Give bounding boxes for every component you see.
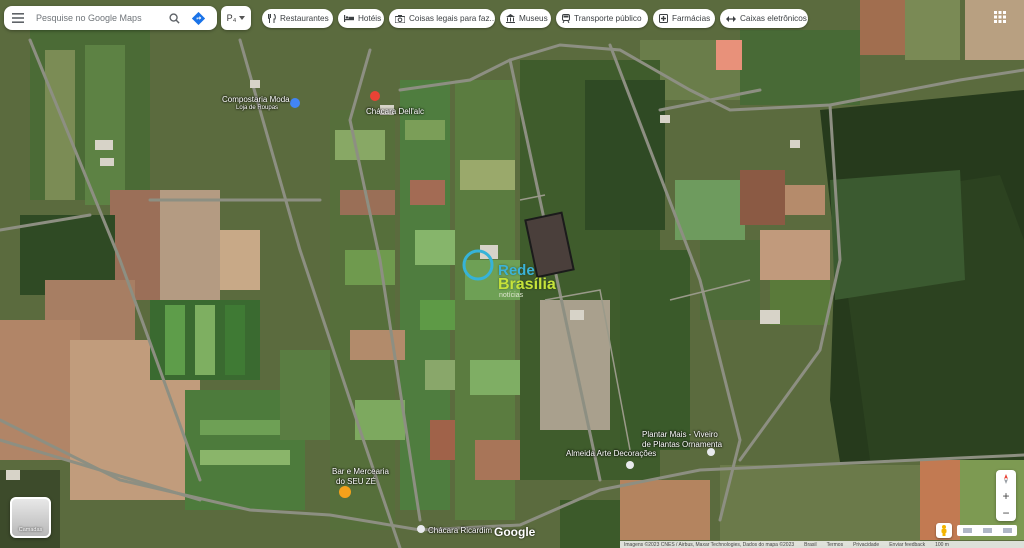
camera-icon bbox=[395, 14, 405, 23]
search-button[interactable] bbox=[162, 6, 186, 30]
hotel-icon bbox=[344, 15, 354, 22]
footer-brasil[interactable]: Brasil bbox=[804, 542, 817, 548]
street-view-button[interactable] bbox=[936, 523, 952, 538]
atm-icon bbox=[726, 15, 736, 22]
place-label-compostaria[interactable]: Compostaria Moda bbox=[222, 95, 290, 104]
place-pin-plantar[interactable] bbox=[707, 448, 715, 456]
place-label-plantar[interactable]: Plantar Mais - Viveiro bbox=[642, 430, 718, 439]
chip-hoteis[interactable]: Hotéis bbox=[338, 9, 384, 28]
chip-label: Restaurantes bbox=[280, 14, 329, 23]
footer-termos[interactable]: Termos bbox=[827, 542, 843, 548]
imagery-thumbnails[interactable] bbox=[957, 525, 1017, 536]
pegman-icon bbox=[941, 525, 947, 536]
apps-grid-icon bbox=[994, 11, 1006, 23]
place-label-almeida[interactable]: Almeida Arte Decorações bbox=[566, 449, 656, 458]
zoom-controls: + − bbox=[996, 470, 1016, 521]
search-input[interactable] bbox=[32, 13, 162, 23]
chip-label: Coisas legais para faz... bbox=[409, 14, 495, 23]
chip-coisas-legais[interactable]: Coisas legais para faz... bbox=[389, 9, 495, 28]
chip-label: Museus bbox=[519, 14, 548, 23]
search-box[interactable] bbox=[4, 6, 217, 30]
google-logo: Google bbox=[494, 525, 536, 539]
footer-feedback[interactable]: Enviar feedback bbox=[889, 542, 925, 548]
place-pin-bar[interactable] bbox=[339, 486, 351, 498]
place-pin-chacara[interactable] bbox=[370, 91, 380, 101]
place-pin-ricardim[interactable] bbox=[417, 525, 425, 533]
museum-icon bbox=[506, 14, 515, 23]
restaurant-icon bbox=[268, 14, 276, 23]
place-label-ricardim[interactable]: Chácara Ricardim bbox=[428, 526, 492, 535]
zoom-in-button[interactable]: + bbox=[996, 487, 1016, 504]
search-icon bbox=[168, 12, 180, 24]
pharmacy-icon bbox=[659, 14, 668, 23]
chip-restaurantes[interactable]: Restaurantes bbox=[262, 9, 333, 28]
imagery-attribution: Imagens ©2023 CNES / Airbus, Maxar Techn… bbox=[624, 541, 795, 548]
footer-privacidade[interactable]: Privacidade bbox=[853, 542, 879, 548]
directions-button[interactable] bbox=[186, 6, 210, 30]
chip-label: Farmácias bbox=[672, 14, 711, 23]
chip-caixas[interactable]: Caixas eletrônicos bbox=[720, 9, 808, 28]
menu-icon bbox=[12, 13, 24, 23]
pinned-place-button[interactable]: P₄ bbox=[221, 6, 251, 30]
layers-label: Camadas bbox=[18, 527, 43, 533]
place-label-compostaria-sub: Loja de Roupas bbox=[236, 105, 279, 111]
chip-farmacias[interactable]: Farmácias bbox=[653, 9, 715, 28]
place-label-bar-2[interactable]: do SEU ZÉ bbox=[336, 477, 376, 486]
pinned-place-label: P₄ bbox=[226, 13, 237, 23]
chip-museus[interactable]: Museus bbox=[500, 9, 551, 28]
chip-label: Caixas eletrônicos bbox=[740, 14, 807, 23]
compass-icon bbox=[1004, 473, 1008, 484]
place-pin-almeida[interactable] bbox=[626, 461, 634, 469]
chip-label: Hotéis bbox=[358, 14, 382, 23]
map-footer: Imagens ©2023 CNES / Airbus, Maxar Techn… bbox=[620, 541, 1024, 548]
place-label-chacara[interactable]: Chácara Dell'alc bbox=[366, 107, 424, 116]
compass-button[interactable] bbox=[996, 470, 1016, 487]
apps-button[interactable] bbox=[991, 8, 1009, 26]
place-label-plantar-2[interactable]: de Plantas Ornamenta bbox=[642, 440, 722, 449]
place-pin-compostaria[interactable] bbox=[290, 98, 300, 108]
place-label-bar[interactable]: Bar e Mercearia bbox=[332, 467, 389, 476]
chip-transporte[interactable]: Transporte público bbox=[556, 9, 648, 28]
chevron-down-icon bbox=[239, 16, 246, 20]
directions-icon bbox=[191, 11, 205, 25]
layers-button[interactable]: Camadas bbox=[10, 497, 51, 538]
train-icon bbox=[562, 14, 570, 23]
chip-label: Transporte público bbox=[574, 14, 642, 23]
menu-button[interactable] bbox=[4, 6, 32, 30]
watermark-line3: notícias bbox=[499, 292, 524, 299]
footer-scale[interactable]: 100 m bbox=[935, 542, 949, 548]
zoom-out-button[interactable]: − bbox=[996, 504, 1016, 521]
